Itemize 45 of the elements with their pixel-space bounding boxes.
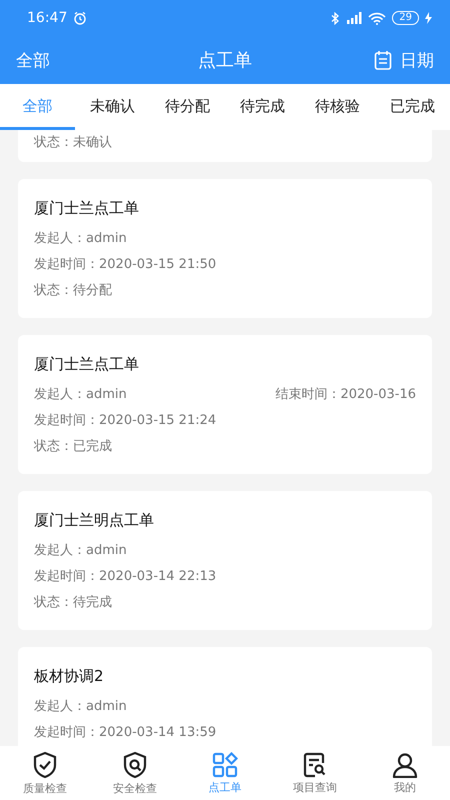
initiator-text: 发起人：admin bbox=[34, 698, 127, 716]
initiator-text: 发起人：admin bbox=[34, 230, 127, 248]
person-icon bbox=[392, 752, 418, 778]
signal-icon bbox=[346, 12, 362, 24]
nav-tab[interactable]: 项目查询 bbox=[270, 746, 360, 800]
grid-icon bbox=[212, 752, 238, 778]
order-title: 厦门士兰明点工单 bbox=[34, 511, 155, 530]
nav-tab[interactable]: 质量检查 bbox=[0, 746, 90, 800]
order-card[interactable]: 厦门士兰点工单 发起人：admin 结束时间：2020-03-16 发起时间：2020-03-15 21:24 状态：已完成 bbox=[18, 335, 432, 474]
start-time-text: 发起时间：2020-03-15 21:50 bbox=[34, 256, 218, 274]
order-title: 厦门士兰点工单 bbox=[34, 355, 140, 374]
status-text: 状态：已完成 bbox=[34, 438, 113, 456]
clock-time: 16:47 bbox=[27, 10, 68, 26]
status-tab[interactable]: 待完成 bbox=[225, 84, 300, 130]
order-card[interactable]: 板材协调2 发起人：admin 发起时间：2020-03-14 13:59 bbox=[18, 647, 432, 746]
nav-tab[interactable]: 安全检查 bbox=[90, 746, 180, 800]
order-card[interactable]: 厦门士兰点工单 发起人：admin 发起时间：2020-03-15 21:50 状态：待分配 bbox=[18, 179, 432, 318]
order-title: 厦门士兰点工单 bbox=[34, 199, 140, 218]
status-tab[interactable]: 待核验 bbox=[300, 84, 375, 130]
order-title: 板材协调2 bbox=[34, 667, 105, 686]
alarm-clock-icon bbox=[73, 11, 88, 25]
initiator-text: 发起人：admin bbox=[34, 542, 127, 560]
order-card[interactable]: 状态：未确认 bbox=[18, 130, 432, 162]
nav-tab[interactable]: 我的 bbox=[360, 746, 450, 800]
status-text: 状态：未确认 bbox=[34, 134, 113, 152]
status-tab[interactable]: 未确认 bbox=[75, 84, 150, 130]
wifi-icon bbox=[368, 12, 386, 24]
charging-icon bbox=[425, 12, 432, 24]
start-time-text: 发起时间：2020-03-14 22:13 bbox=[34, 568, 218, 586]
start-time-text: 发起时间：2020-03-14 13:59 bbox=[34, 724, 218, 742]
document-search-icon bbox=[302, 752, 328, 778]
status-tab[interactable]: 待分配 bbox=[150, 84, 225, 130]
status-text: 状态：待完成 bbox=[34, 594, 113, 612]
initiator-text: 发起人：admin bbox=[34, 386, 127, 404]
bluetooth-icon bbox=[331, 12, 340, 24]
end-time-text: 结束时间：2020-03-16 bbox=[275, 386, 416, 404]
battery-level: 29 bbox=[392, 11, 419, 25]
page-title: 点工单 bbox=[198, 49, 252, 72]
start-time-text: 发起时间：2020-03-15 21:24 bbox=[34, 412, 218, 430]
shield-check-icon bbox=[32, 750, 58, 778]
calendar-icon bbox=[374, 50, 392, 70]
status-tab[interactable]: 已完成 bbox=[375, 84, 450, 130]
shield-search-icon bbox=[122, 750, 148, 778]
status-text: 状态：待分配 bbox=[34, 282, 113, 300]
order-card[interactable]: 厦门士兰明点工单 发起人：admin 发起时间：2020-03-14 22:13 状态：待完成 bbox=[18, 491, 432, 630]
